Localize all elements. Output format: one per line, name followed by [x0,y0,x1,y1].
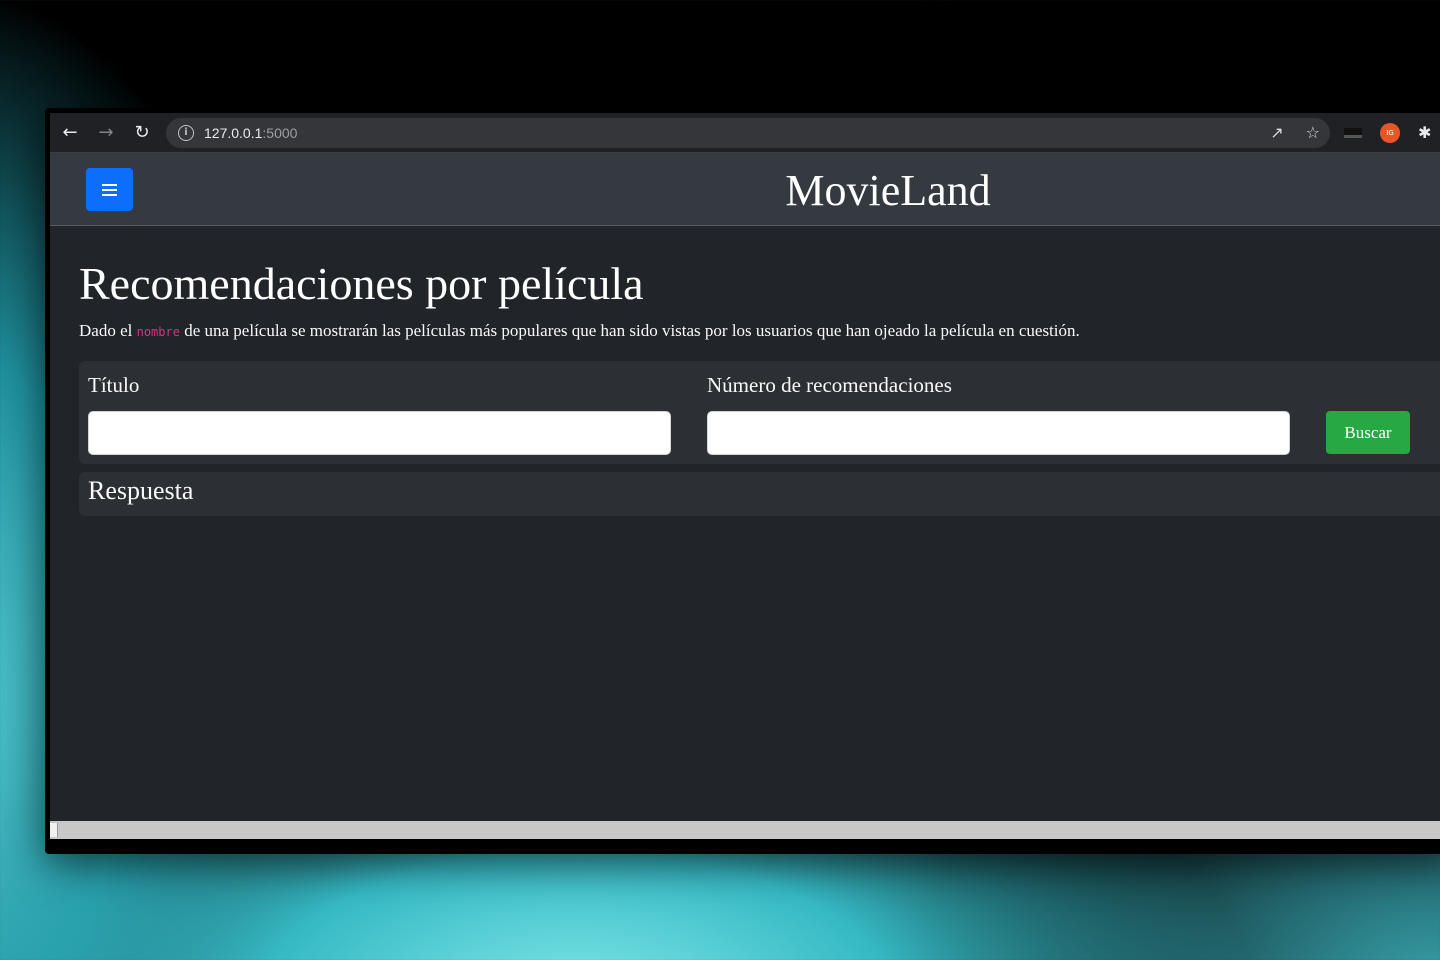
description-code: nombre [136,325,180,340]
page-description: Dado el nombre de una película se mostra… [79,321,1440,341]
count-input[interactable] [707,411,1290,456]
info-icon[interactable]: i [178,124,194,141]
search-button[interactable]: Buscar [1326,411,1410,455]
description-after: de una película se mostrarán las películ… [179,321,1080,341]
answer-panel: Respuesta [79,472,1440,517]
answer-title: Respuesta [88,476,194,506]
page-viewport: MovieLand Recomendaciones por película D… [50,153,1440,821]
site-brand[interactable]: MovieLand [50,165,1440,216]
reload-icon[interactable]: ↻ [126,117,158,149]
browser-toolbar: ← → ↻ i 127.0.0.1:5000 ↗ ☆ IG ✱ [50,113,1440,153]
page-title: Recomendaciones por película [79,258,644,309]
site-navbar: MovieLand [50,153,1440,226]
description-before: Dado el [79,321,137,341]
url-port: :5000 [262,124,298,141]
back-arrow-icon[interactable]: ← [54,117,86,149]
browser-window: ← → ↻ i 127.0.0.1:5000 ↗ ☆ IG ✱ MovieLan… [45,108,1440,854]
url-host: 127.0.0.1 [204,124,263,141]
main-content: Recomendaciones por película Dado el nom… [50,226,1440,517]
star-icon[interactable]: ☆ [1306,123,1320,142]
forward-arrow-icon[interactable]: → [90,117,122,149]
search-form: Título Número de recomendaciones Buscar [79,361,1440,465]
horizontal-scrollbar[interactable] [50,821,1440,839]
puzzle-icon[interactable]: ✱ [1418,123,1431,142]
extension-badge-icon[interactable]: IG [1380,122,1400,143]
scrollbar-thumb[interactable] [50,823,58,837]
title-input[interactable] [88,411,671,456]
count-label: Número de recomendaciones [707,373,952,398]
address-bar[interactable]: i 127.0.0.1:5000 ↗ ☆ [166,117,1330,148]
extension-icon[interactable] [1344,127,1362,138]
title-label: Título [88,373,140,398]
share-icon[interactable]: ↗ [1270,123,1283,142]
